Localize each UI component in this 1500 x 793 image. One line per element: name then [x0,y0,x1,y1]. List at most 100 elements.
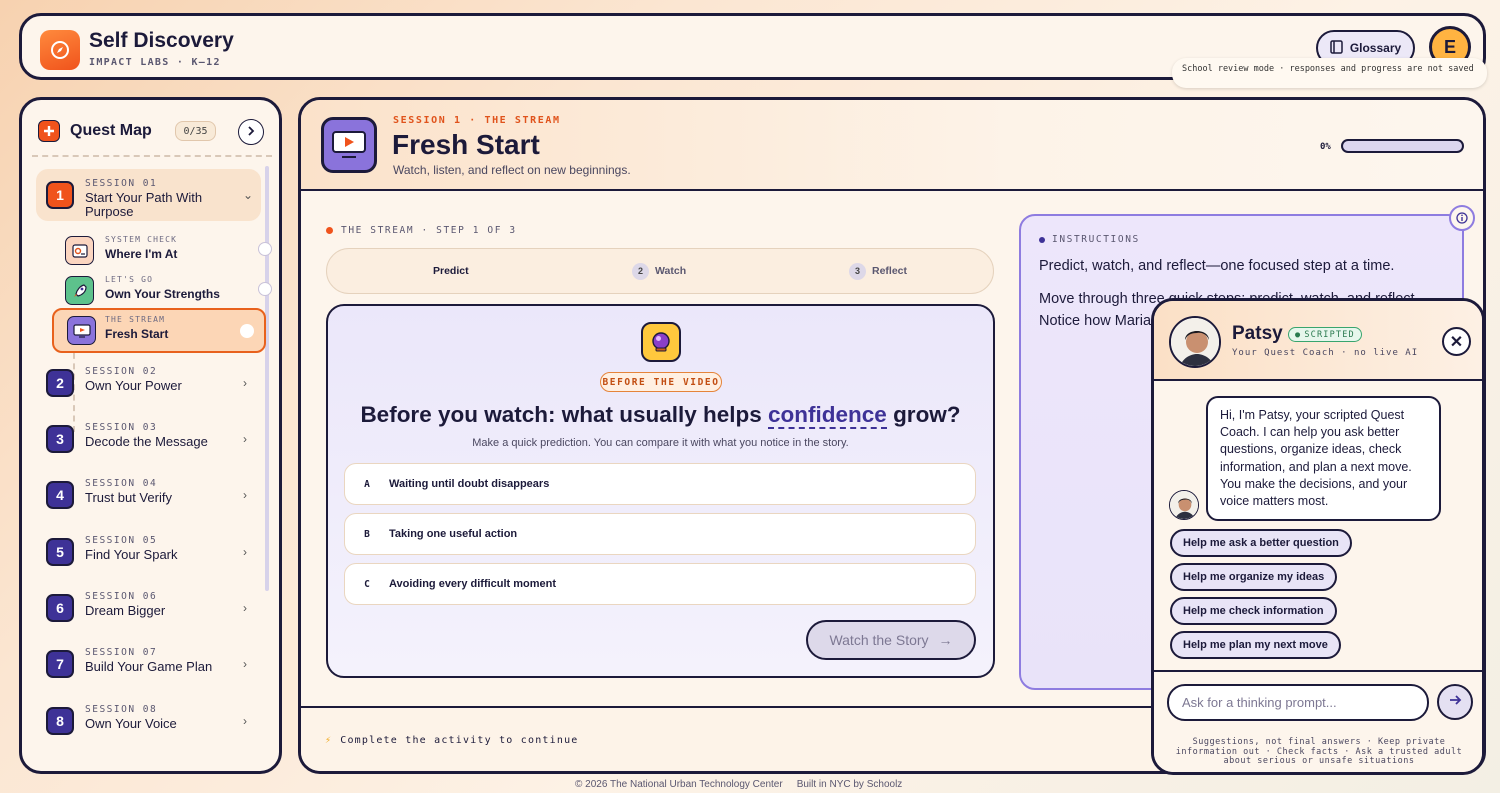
answer-option-b[interactable]: B Taking one useful action [344,513,976,555]
tab-label: Reflect [872,265,908,277]
session-item-6[interactable]: 6 SESSION 06 Dream Bigger › [36,582,261,634]
step-number: 3 [849,262,866,280]
coach-input-area: Suggestions, not final answers · Keep pr… [1154,670,1482,772]
substep-item-system-check[interactable]: SYSTEM CHECK Where I'm At [54,230,272,270]
built-by-text: Built in NYC by Schoolz [796,779,903,790]
page-title: Fresh Start [392,129,540,160]
page-footer: © 2026 The National Urban Technology Cen… [575,779,902,790]
session-number: 7 [46,650,74,678]
book-icon [1330,39,1343,57]
session-title: Own Your Voice [85,716,177,731]
step-tabs: Predict 2 Watch 3 Reflect [326,248,994,294]
glossary-term-link[interactable]: confidence [768,402,887,429]
substep-label: SYSTEM CHECK [105,235,178,244]
session-item-3[interactable]: 3 SESSION 03 Decode the Message › [36,413,261,465]
session-item-7[interactable]: 7 SESSION 07 Build Your Game Plan › [36,638,261,690]
suggestion-chip-question[interactable]: Help me ask a better question [1170,529,1352,557]
scripted-label: SCRIPTED [1304,329,1355,340]
collapse-sidebar-button[interactable] [238,119,264,145]
session-label: SESSION 04 [85,478,158,489]
session-item-4[interactable]: 4 SESSION 04 Trust but Verify › [36,469,261,521]
divider [32,155,272,157]
chevron-right-icon: › [243,488,247,502]
session-number: 8 [46,707,74,735]
substep-item-lets-go[interactable]: LET'S GO Own Your Strengths [54,270,272,310]
session-title: Build Your Game Plan [85,659,213,674]
session-item-1[interactable]: 1 SESSION 01 Start Your Path With Purpos… [36,169,261,221]
session-item-2[interactable]: 2 SESSION 02 Own Your Power › [36,357,261,409]
substep-label: LET'S GO [105,275,154,284]
substep-title: Fresh Start [105,327,169,341]
screen-play-icon [321,117,377,173]
session-title: Dream Bigger [85,603,166,618]
plus-icon [38,120,60,142]
answer-option-a[interactable]: A Waiting until doubt disappears [344,463,976,505]
info-icon[interactable] [1449,205,1475,231]
close-coach-button[interactable]: ✕ [1442,327,1471,356]
question-help-text: Make a quick prediction. You can compare… [472,437,849,449]
coach-message-input[interactable] [1167,684,1429,721]
session-number: 1 [46,181,74,209]
prediction-question: Before you watch: what usually helps con… [328,402,993,429]
session-label: SESSION 08 [85,704,158,715]
review-mode-notice: School review mode · responses and progr… [1172,58,1487,88]
before-video-badge: BEFORE THE VIDEO [600,372,722,392]
step-label: THE STREAM · STEP 1 OF 3 [341,225,517,236]
instructions-header: INSTRUCTIONS [1039,234,1140,245]
session-label: SESSION 05 [85,535,158,546]
session-item-8[interactable]: 8 SESSION 08 Own Your Voice › [36,695,261,747]
session-number: 2 [46,369,74,397]
chevron-right-icon [246,123,256,141]
tab-watch[interactable]: 2 Watch [632,249,686,293]
option-letter: B [364,528,370,540]
suggestion-chip-check[interactable]: Help me check information [1170,597,1337,625]
close-icon: ✕ [1449,333,1464,351]
chevron-right-icon: › [243,545,247,559]
quest-coach-panel: Patsy ● SCRIPTED Your Quest Coach · no l… [1151,298,1485,775]
coach-avatar [1169,316,1221,368]
app-subtitle: IMPACT LABS · K–12 [89,57,221,68]
step-number: 2 [632,262,649,280]
session-number: 5 [46,538,74,566]
session-label: SESSION 06 [85,591,158,602]
coach-mini-avatar [1169,490,1199,520]
quest-map-title: Quest Map [70,122,152,139]
option-text: Waiting until doubt disappears [389,478,550,490]
page-subtitle: Watch, listen, and reflect on new beginn… [393,163,631,177]
tab-label: Predict [433,265,469,277]
session-title: Start Your Path With Purpose [85,190,203,219]
tab-predict[interactable]: Predict [433,249,469,293]
coach-message: Hi, I'm Patsy, your scripted Quest Coach… [1206,396,1441,521]
substep-item-the-stream[interactable]: THE STREAM Fresh Start [52,308,266,353]
copyright-text: © 2026 The National Urban Technology Cen… [575,779,783,790]
chevron-right-icon: › [243,601,247,615]
sidebar-scrollbar[interactable] [265,166,269,591]
answer-option-c[interactable]: C Avoiding every difficult moment [344,563,976,605]
coach-disclaimer: Suggestions, not final answers · Keep pr… [1175,737,1463,766]
step-indicator: THE STREAM · STEP 1 OF 3 [326,225,517,236]
compass-logo-icon [40,30,80,70]
scripted-badge: ● SCRIPTED [1288,327,1362,342]
session-item-5[interactable]: 5 SESSION 05 Find Your Spark › [36,526,261,578]
coach-subtitle: Your Quest Coach · no live AI [1232,348,1419,358]
session-number: 3 [46,425,74,453]
question-text: Before you watch: what usually helps [360,402,769,427]
suggestion-chip-organize[interactable]: Help me organize my ideas [1170,563,1338,591]
suggestion-chip-plan[interactable]: Help me plan my next move [1170,631,1341,659]
step-dot-icon [326,227,333,234]
watch-story-button[interactable]: Watch the Story → [806,620,976,660]
button-label: Watch the Story [829,632,929,648]
tab-reflect[interactable]: 3 Reflect [849,249,907,293]
session-number: 4 [46,481,74,509]
breadcrumb: SESSION 1 · THE STREAM [393,115,561,126]
option-letter: C [364,578,370,590]
substep-title: Own Your Strengths [105,287,220,301]
crystal-ball-icon [641,322,681,362]
rocket-icon [65,276,94,305]
session-label: SESSION 03 [85,422,158,433]
status-radio [258,282,272,296]
footer-message: ⚡ Complete the activity to continue [325,735,579,746]
send-button[interactable] [1437,684,1473,720]
chevron-right-icon: › [243,432,247,446]
session-number: 6 [46,594,74,622]
